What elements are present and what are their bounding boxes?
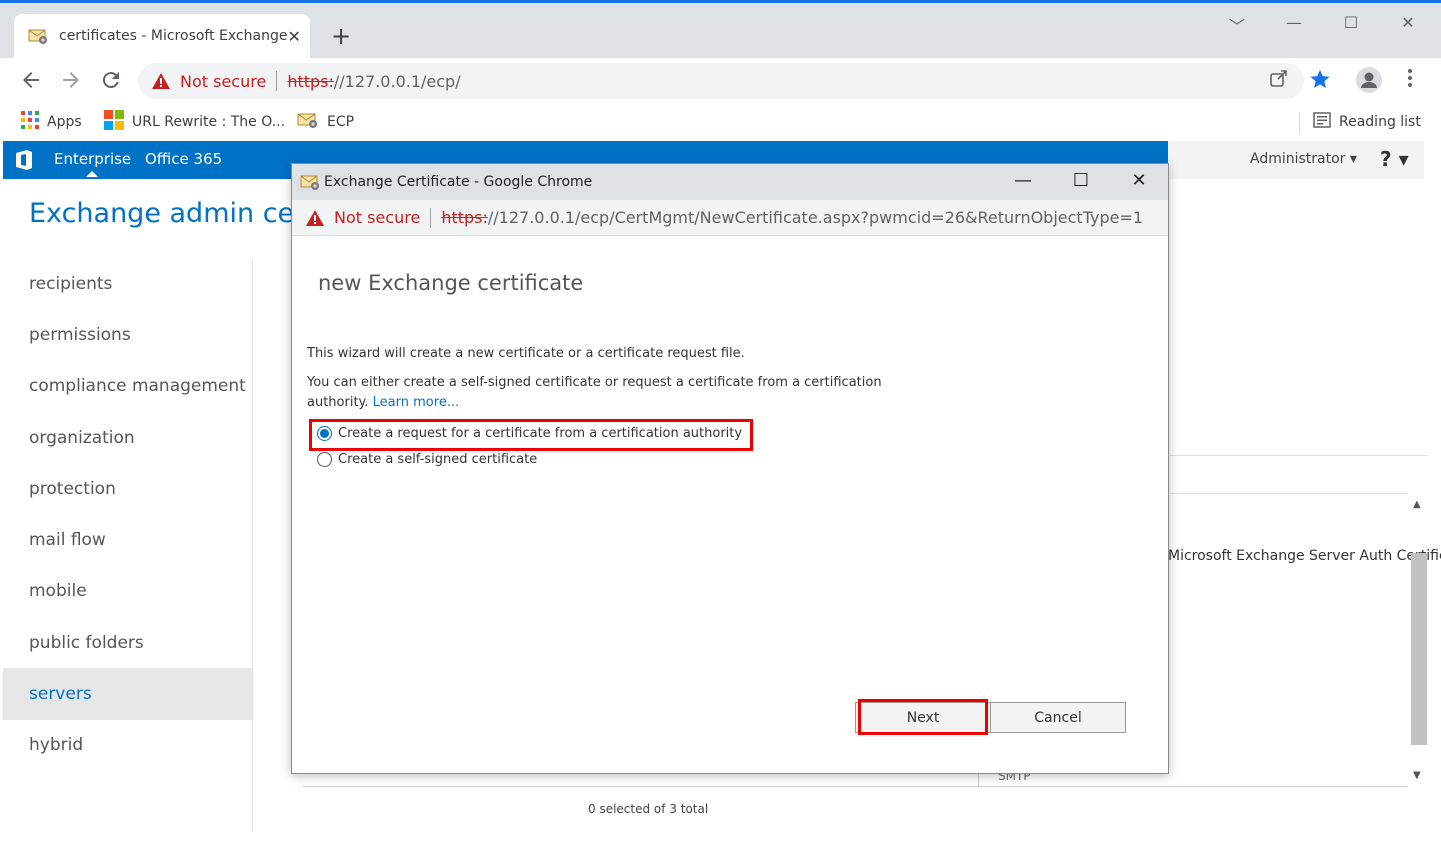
profile-avatar-icon[interactable]	[1356, 67, 1382, 93]
new-tab-button[interactable]: +	[330, 23, 352, 49]
tab-search-icon[interactable]: ﹀	[1225, 13, 1249, 37]
reading-list-button[interactable]: Reading list	[1313, 110, 1421, 134]
nav-servers[interactable]: servers	[3, 668, 253, 720]
reload-icon[interactable]	[99, 68, 123, 92]
office-logo-icon	[13, 149, 35, 171]
learn-more-link[interactable]: Learn more...	[373, 395, 460, 410]
not-secure-label[interactable]: Not secure	[180, 72, 266, 91]
nav-hybrid[interactable]: hybrid	[3, 720, 253, 771]
nav-office-365[interactable]: Office 365	[145, 150, 222, 168]
nav-compliance-management[interactable]: compliance management	[3, 361, 253, 412]
exchange-favicon-icon	[28, 27, 48, 45]
list-bottom-border	[303, 786, 1408, 787]
browser-toolbar: Not secure https://127.0.0.1/ecp/	[0, 58, 1441, 104]
details-divider	[1168, 455, 1428, 456]
wizard-title: new Exchange certificate	[318, 271, 584, 295]
tab-close-icon[interactable]: ✕	[287, 27, 300, 46]
nav-recipients[interactable]: recipients	[3, 258, 253, 309]
tab-title: certificates - Microsoft Exchange	[59, 28, 288, 44]
minimize-icon[interactable]: —	[1282, 13, 1306, 32]
tab-strip: certificates - Microsoft Exchange ✕ + ﹀ …	[0, 3, 1441, 58]
popup-url-text: https://127.0.0.1/ecp/CertMgmt/NewCertif…	[441, 208, 1144, 227]
popup-address-bar: Not secure https://127.0.0.1/ecp/CertMgm…	[292, 200, 1168, 236]
wizard-intro: This wizard will create a new certificat…	[307, 346, 745, 361]
cancel-button[interactable]: Cancel	[990, 702, 1126, 733]
warning-icon	[306, 209, 324, 226]
separator	[276, 71, 278, 91]
admin-menu[interactable]: Administrator ▾	[1250, 151, 1357, 167]
browser-tab[interactable]: certificates - Microsoft Exchange ✕	[14, 14, 310, 58]
left-navigation: recipients permissions compliance manage…	[3, 258, 253, 771]
reading-list-icon	[1313, 112, 1331, 132]
highlight-box	[858, 699, 988, 735]
menu-kebab-icon[interactable]	[1398, 68, 1422, 92]
nav-protection[interactable]: protection	[3, 463, 253, 514]
scroll-up-icon[interactable]: ▲	[1413, 499, 1421, 510]
close-window-icon[interactable]: ✕	[1396, 13, 1420, 32]
browser-chrome: certificates - Microsoft Exchange ✕ + ﹀ …	[0, 0, 1441, 144]
address-bar[interactable]: Not secure https://127.0.0.1/ecp/	[138, 63, 1304, 99]
apps-grid-icon	[21, 111, 39, 133]
separator	[430, 207, 432, 228]
popup-maximize-icon[interactable]: ☐	[1066, 170, 1096, 191]
popup-title-bar: Exchange Certificate - Google Chrome — ☐…	[292, 164, 1168, 200]
scroll-down-icon[interactable]: ▼	[1413, 770, 1421, 781]
nav-organization[interactable]: organization	[3, 412, 253, 463]
nav-public-folders[interactable]: public folders	[3, 617, 253, 668]
nav-permissions[interactable]: permissions	[3, 309, 253, 360]
bookmark-apps[interactable]: Apps	[21, 110, 82, 134]
certificate-name: Microsoft Exchange Server Auth Certifica…	[1168, 548, 1441, 564]
bookmark-star-icon[interactable]	[1308, 68, 1332, 92]
forward-icon[interactable]	[59, 68, 83, 92]
nav-divider	[252, 260, 253, 832]
option-self-signed[interactable]: Create a self-signed certificate	[317, 452, 537, 467]
scroll-thumb[interactable]	[1411, 553, 1427, 745]
url-text[interactable]: https://127.0.0.1/ecp/	[287, 72, 460, 91]
bookmark-url-rewrite[interactable]: URL Rewrite : The O...	[104, 110, 285, 134]
bookmarks-separator	[1299, 112, 1300, 134]
nav-mail-flow[interactable]: mail flow	[3, 514, 253, 565]
bookmark-ecp[interactable]: ECP	[297, 110, 354, 134]
list-scrollbar[interactable]: ▲ ▼	[1408, 495, 1430, 783]
wizard-description: You can either create a self-signed cert…	[307, 375, 882, 410]
help-menu[interactable]: ? ▾	[1380, 147, 1409, 171]
highlight-box	[309, 419, 753, 451]
column-divider	[978, 774, 979, 786]
certificate-popup-window: Exchange Certificate - Google Chrome — ☐…	[291, 163, 1169, 774]
not-secure-label[interactable]: Not secure	[334, 208, 420, 227]
back-icon[interactable]	[19, 68, 43, 92]
exchange-envelope-icon	[297, 111, 319, 133]
popup-window-title: Exchange Certificate - Google Chrome	[324, 174, 593, 190]
maximize-icon[interactable]: ☐	[1339, 13, 1363, 32]
bookmarks-bar: Apps URL Rewrite : The O... ECP Reading …	[0, 104, 1441, 144]
details-divider	[1168, 493, 1408, 494]
warning-icon	[152, 73, 170, 89]
popup-minimize-icon[interactable]: —	[1008, 170, 1038, 191]
exchange-favicon-icon	[300, 173, 320, 191]
popup-close-icon[interactable]: ✕	[1124, 170, 1154, 191]
selection-status: 0 selected of 3 total	[588, 802, 709, 816]
share-icon[interactable]	[1267, 68, 1291, 92]
radio-self-signed[interactable]	[317, 452, 332, 467]
nav-enterprise[interactable]: Enterprise	[54, 150, 131, 177]
microsoft-logo-icon	[104, 110, 124, 134]
nav-mobile[interactable]: mobile	[3, 566, 253, 617]
ecp-user-bar: Administrator ▾ ? ▾	[1168, 141, 1424, 179]
